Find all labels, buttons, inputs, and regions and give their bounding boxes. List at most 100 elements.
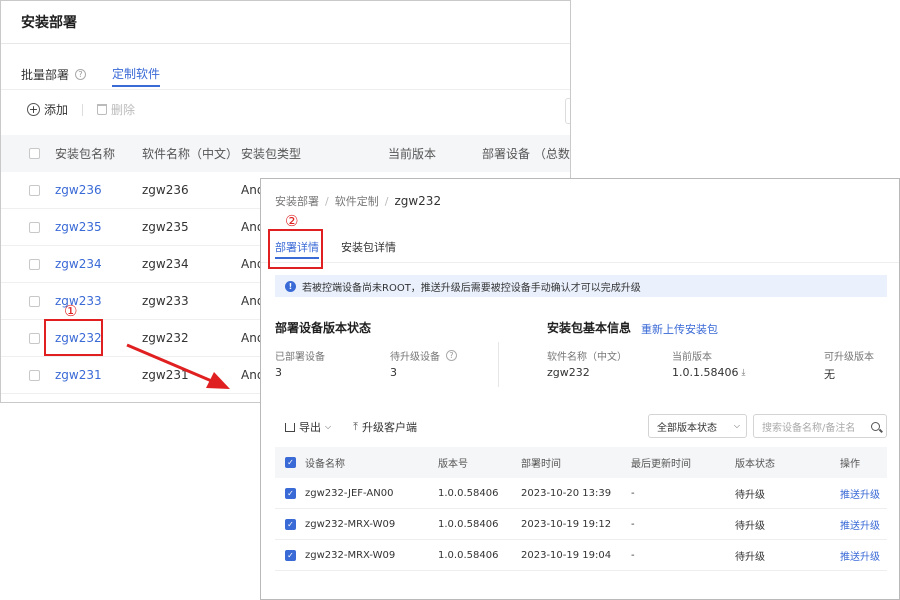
tab-custom-software[interactable]: 定制软件 xyxy=(112,61,161,87)
device-version: 1.0.0.58406 xyxy=(438,487,499,499)
section-divider xyxy=(498,342,499,387)
deployed-devices-label: 已部署设备 xyxy=(275,352,325,363)
header-current-version: 当前版本 xyxy=(388,147,437,161)
row-checkbox[interactable] xyxy=(29,258,40,270)
version-status-select[interactable]: 全部版本状态 ⌵ xyxy=(648,414,747,438)
tab-package-details[interactable]: 安装包详情 xyxy=(341,239,396,259)
status-select-value: 全部版本状态 xyxy=(657,422,717,434)
version-status: 待升级 xyxy=(735,489,765,501)
pending-devices-value: 3 xyxy=(390,366,397,379)
current-version-text: 1.0.1.58406 xyxy=(672,366,739,379)
device-name: zgw232-JEF-AN00 xyxy=(305,487,394,499)
breadcrumb-custom-software[interactable]: 软件定制 xyxy=(335,193,379,209)
package-link[interactable]: zgw234 xyxy=(55,257,102,271)
header-actions: 操作 xyxy=(840,459,860,470)
device-toolbar: 导出 ⌵ ⤒ 升级客户端 xyxy=(285,419,417,435)
device-version: 1.0.0.58406 xyxy=(438,518,499,530)
software-name: zgw234 xyxy=(142,257,189,271)
row-checkbox[interactable] xyxy=(29,369,40,381)
package-link[interactable]: zgw235 xyxy=(55,220,102,234)
callout-box-two xyxy=(268,229,323,269)
breadcrumb-separator: / xyxy=(384,194,389,208)
export-button[interactable]: 导出 ⌵ xyxy=(285,419,331,435)
version-status: 待升级 xyxy=(735,520,765,532)
select-all-checkbox[interactable] xyxy=(29,148,40,159)
page-title: 安装部署 xyxy=(1,1,570,44)
table-row: ✓ zgw232-MRX-W09 1.0.0.58406 2023-10-19 … xyxy=(275,509,887,540)
help-icon[interactable]: ? xyxy=(446,350,457,361)
deployed-devices-value: 3 xyxy=(275,366,282,379)
breadcrumb-current: zgw232 xyxy=(394,194,442,208)
last-updated: - xyxy=(631,549,635,561)
search-input[interactable] xyxy=(565,98,570,124)
software-name: zgw231 xyxy=(142,368,189,382)
row-checkbox[interactable] xyxy=(29,221,40,233)
select-all-checkbox[interactable]: ✓ xyxy=(285,457,296,468)
pending-devices-label: 待升级设备 ? xyxy=(390,348,457,363)
callout-box-one xyxy=(44,319,103,356)
last-updated: - xyxy=(631,487,635,499)
row-checkbox[interactable] xyxy=(29,295,40,307)
list-toolbar: + 添加 删除 xyxy=(27,101,135,118)
package-link[interactable]: zgw233 xyxy=(55,294,102,308)
add-button[interactable]: + 添加 xyxy=(27,101,68,118)
software-name: zgw235 xyxy=(142,220,189,234)
table-row: ✓ zgw232-JEF-AN00 1.0.0.58406 2023-10-20… xyxy=(275,478,887,509)
header-deploy-time: 部署时间 xyxy=(521,459,561,470)
divider xyxy=(1,89,570,90)
row-checkbox[interactable] xyxy=(29,332,40,344)
package-info-title: 安装包基本信息 xyxy=(547,321,632,335)
divider xyxy=(261,262,899,263)
tab-label: 批量部署 xyxy=(21,67,70,82)
package-link[interactable]: zgw231 xyxy=(55,368,102,382)
upgrade-label: 升级客户端 xyxy=(361,421,417,434)
delete-label: 删除 xyxy=(111,103,136,117)
header-last-updated: 最后更新时间 xyxy=(631,459,691,470)
device-table: ✓ 设备名称 版本号 部署时间 最后更新时间 版本状态 操作 ✓ zgw232-… xyxy=(275,447,887,571)
breadcrumb-separator: / xyxy=(325,194,329,208)
info-icon: ! xyxy=(285,280,296,292)
row-checkbox[interactable]: ✓ xyxy=(285,487,296,499)
breadcrumb-install-deploy[interactable]: 安装部署 xyxy=(275,193,319,209)
trash-icon xyxy=(97,104,108,115)
push-upgrade-link[interactable]: 推送升级 xyxy=(840,486,880,501)
table-row: ✓ zgw232-MRX-W09 1.0.0.58406 2023-10-19 … xyxy=(275,540,887,571)
table-header: ✓ 设备名称 版本号 部署时间 最后更新时间 版本状态 操作 xyxy=(275,447,887,478)
toolbar-divider xyxy=(82,103,84,116)
package-link[interactable]: zgw236 xyxy=(55,183,102,197)
row-checkbox[interactable] xyxy=(29,184,40,196)
device-name: zgw232-MRX-W09 xyxy=(305,518,396,530)
software-name-label: 软件名称（中文） xyxy=(547,352,627,363)
device-name: zgw232-MRX-W09 xyxy=(305,549,396,561)
add-circle-icon: + xyxy=(27,103,40,116)
header-device-name: 设备名称 xyxy=(305,459,345,470)
push-upgrade-link[interactable]: 推送升级 xyxy=(840,517,880,532)
header-package-name: 安装包名称 xyxy=(55,147,116,161)
breadcrumb: 安装部署 / 软件定制 / zgw232 xyxy=(275,193,441,209)
help-icon[interactable]: ? xyxy=(75,68,87,80)
table-header: 安装包名称 软件名称（中文） 安装包类型 当前版本 部署设备 （总数) xyxy=(1,135,570,172)
search-icon[interactable] xyxy=(871,421,880,431)
current-version-label: 当前版本 xyxy=(672,352,712,363)
tab-batch-deploy[interactable]: 批量部署 ? xyxy=(21,61,87,87)
back-tabs: 批量部署 ? 定制软件 xyxy=(21,61,161,89)
device-search-input[interactable]: 搜索设备名称/备注名 xyxy=(753,414,887,438)
header-version-status: 版本状态 xyxy=(735,459,775,470)
upgradable-version-label: 可升级版本 xyxy=(824,352,874,363)
row-checkbox[interactable]: ✓ xyxy=(285,518,296,530)
delete-button[interactable]: 删除 xyxy=(97,101,135,118)
package-detail-panel: 安装部署 / 软件定制 / zgw232 部署详情 安装包详情 ! 若被控端设备… xyxy=(260,178,900,600)
header-version: 版本号 xyxy=(438,459,468,470)
search-placeholder: 搜索设备名称/备注名 xyxy=(762,422,856,434)
add-label: 添加 xyxy=(44,103,69,117)
download-icon[interactable]: ⤓ xyxy=(741,368,745,378)
upgradable-version-value: 无 xyxy=(824,368,835,381)
deploy-time: 2023-10-19 19:04 xyxy=(521,549,612,561)
push-upgrade-link[interactable]: 推送升级 xyxy=(840,548,880,563)
software-name: zgw233 xyxy=(142,294,189,308)
row-checkbox[interactable]: ✓ xyxy=(285,549,296,561)
upgrade-client-button[interactable]: ⤒ 升级客户端 xyxy=(353,419,417,435)
header-package-type: 安装包类型 xyxy=(241,147,302,161)
upgrade-icon: ⤒ xyxy=(353,420,358,433)
reupload-package-link[interactable]: 重新上传安装包 xyxy=(641,321,718,337)
